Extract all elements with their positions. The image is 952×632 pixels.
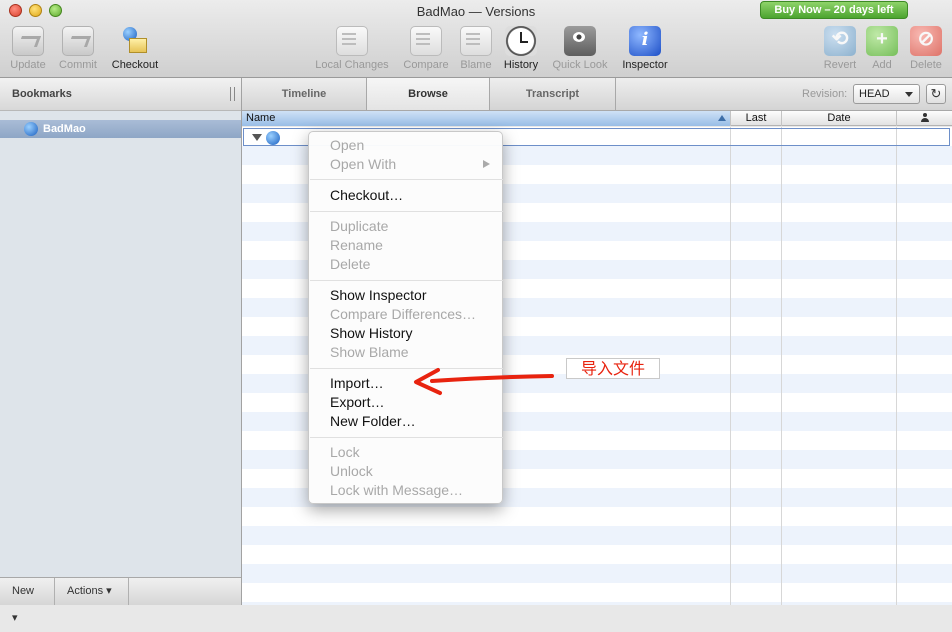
- repository-globe-icon: [24, 122, 38, 136]
- quick-look-button[interactable]: Quick Look: [548, 26, 612, 74]
- menu-item-lock-with-message[interactable]: Lock with Message…: [309, 481, 502, 500]
- sidebar: Bookmarks BadMao New ▾ Actions ▾: [0, 78, 242, 624]
- compare-button[interactable]: Compare: [400, 26, 452, 74]
- sort-ascending-icon: [718, 115, 726, 121]
- compare-icon: [410, 26, 442, 56]
- add-button[interactable]: + Add: [866, 26, 898, 74]
- view-tabs: Timeline Browse Transcript Revision: HEA…: [242, 78, 952, 111]
- update-button[interactable]: Update: [8, 26, 48, 74]
- disclosure-triangle-icon[interactable]: [252, 134, 262, 141]
- menu-item-new-folder[interactable]: New Folder…: [309, 412, 502, 431]
- new-menu-button[interactable]: New ▾: [0, 578, 55, 624]
- menu-item-rename[interactable]: Rename: [309, 236, 502, 255]
- menu-item-checkout[interactable]: Checkout…: [309, 186, 502, 205]
- blame-button[interactable]: Blame: [458, 26, 494, 74]
- blame-icon: [460, 26, 492, 56]
- context-menu: Open Open With Checkout… Duplicate Renam…: [308, 131, 503, 504]
- local-changes-button[interactable]: Local Changes: [312, 26, 392, 74]
- menu-item-show-inspector[interactable]: Show Inspector: [309, 286, 502, 305]
- eye-icon: [564, 26, 596, 56]
- revision-select[interactable]: HEAD: [853, 84, 920, 104]
- revert-icon: ⟲: [824, 26, 856, 56]
- splitter-grip-icon[interactable]: [230, 87, 235, 101]
- delete-button[interactable]: ⊘ Delete: [906, 26, 946, 74]
- checkout-button[interactable]: Checkout: [108, 26, 162, 74]
- buy-now-button[interactable]: Buy Now – 20 days left: [760, 1, 908, 19]
- annotation-arrow-icon: [414, 368, 554, 395]
- user-icon: [920, 113, 929, 122]
- clock-icon: [505, 26, 537, 56]
- menu-item-open[interactable]: Open: [309, 136, 502, 155]
- update-icon: [12, 26, 44, 56]
- refresh-button[interactable]: ↻: [926, 84, 946, 104]
- menu-item-compare-differences[interactable]: Compare Differences…: [309, 305, 502, 324]
- annotation-callout: 导入文件: [566, 358, 660, 379]
- sidebar-footer: New ▾ Actions ▾: [0, 577, 241, 624]
- column-last[interactable]: Last: [731, 111, 782, 126]
- repository-globe-icon: [266, 131, 280, 145]
- prohibited-icon: ⊘: [910, 26, 942, 56]
- tab-transcript[interactable]: Transcript: [490, 78, 616, 110]
- tab-timeline[interactable]: Timeline: [242, 78, 367, 110]
- info-icon: i: [629, 26, 661, 56]
- sidebar-header: Bookmarks: [0, 78, 241, 111]
- submenu-arrow-icon: [483, 160, 490, 168]
- column-author[interactable]: [897, 111, 952, 126]
- checkout-icon: [119, 26, 151, 56]
- local-changes-icon: [336, 26, 368, 56]
- menu-item-duplicate[interactable]: Duplicate: [309, 217, 502, 236]
- history-button[interactable]: History: [500, 26, 542, 74]
- menu-item-lock[interactable]: Lock: [309, 443, 502, 462]
- menu-item-open-with[interactable]: Open With: [309, 155, 502, 174]
- menu-item-delete[interactable]: Delete: [309, 255, 502, 274]
- refresh-icon: ↻: [930, 86, 942, 101]
- column-name[interactable]: Name: [242, 111, 731, 126]
- commit-icon: [62, 26, 94, 56]
- sidebar-item-badmao[interactable]: BadMao: [0, 120, 241, 138]
- menu-item-show-history[interactable]: Show History: [309, 324, 502, 343]
- plus-icon: +: [866, 26, 898, 56]
- actions-menu-button[interactable]: Actions ▾: [55, 578, 129, 605]
- inspector-button[interactable]: i Inspector: [618, 26, 672, 74]
- window-toolbar: BadMao — Versions Buy Now – 20 days left…: [0, 0, 952, 78]
- column-date[interactable]: Date: [782, 111, 897, 126]
- tab-browse[interactable]: Browse: [367, 78, 490, 110]
- revert-button[interactable]: ⟲ Revert: [820, 26, 860, 74]
- menu-item-unlock[interactable]: Unlock: [309, 462, 502, 481]
- column-header: Name Last Date: [242, 111, 952, 126]
- revision-label: Revision:: [802, 88, 848, 100]
- commit-button[interactable]: Commit: [56, 26, 100, 74]
